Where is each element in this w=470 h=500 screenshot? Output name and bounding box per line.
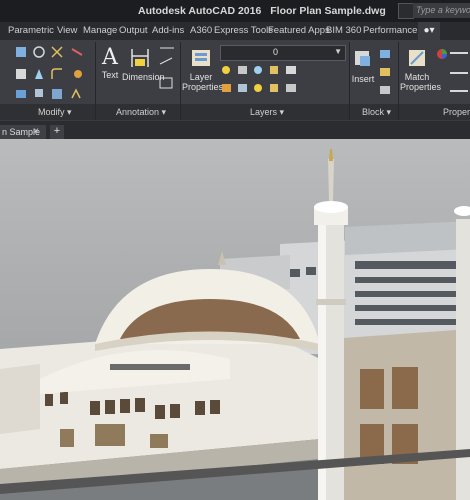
layer-thaw-icon (254, 84, 262, 92)
layer-walk-icon (222, 84, 231, 92)
file-tab-bar (0, 121, 470, 139)
color-wheel-icon (437, 49, 447, 59)
layer-lock-icon (270, 66, 278, 74)
layer-freeze-icon (254, 66, 262, 74)
layer-unisolate-icon (238, 84, 247, 92)
tab-performance[interactable]: Performance (363, 25, 417, 36)
layer-match-icon (286, 66, 296, 74)
layer-off-icon (222, 66, 230, 74)
move-icon (16, 47, 26, 57)
left-wall (0, 364, 40, 434)
camera-icon[interactable]: ●▾ (418, 22, 440, 40)
window-title: Autodesk AutoCAD 2016 Floor Plan Sample.… (138, 5, 386, 17)
modify-tools (16, 46, 83, 99)
chevron-down-icon: ▼ (334, 47, 342, 56)
layers-panel-title: Layers ▾ (250, 107, 285, 117)
tab-output[interactable]: Output (119, 25, 148, 36)
close-icon[interactable]: × (30, 125, 42, 139)
text-button[interactable]: A Text (96, 45, 124, 81)
dimension-button[interactable]: Dimension (122, 46, 165, 82)
small-spire (218, 251, 226, 265)
trim-icon (51, 46, 63, 58)
linetype-icon (450, 72, 468, 74)
panel-separator (95, 42, 96, 120)
edit-block-icon (380, 68, 390, 76)
search-input[interactable]: Type a keyword or (413, 3, 470, 18)
layer-previous-icon (286, 84, 296, 92)
layer-isolate-icon (238, 66, 247, 74)
array-icon (52, 89, 62, 99)
layer-dropdown[interactable]: 0 ▼ (220, 45, 346, 61)
arch-grille (110, 364, 190, 370)
block-tools (380, 50, 390, 94)
panel-separator (349, 42, 350, 120)
offset-icon (71, 88, 81, 99)
tab-a360[interactable]: A360 (190, 25, 212, 36)
tab-featured-apps[interactable]: Featured Apps (268, 25, 330, 36)
new-tab-button[interactable]: + (50, 125, 64, 139)
tab-manage[interactable]: Manage (83, 25, 117, 36)
mirror-icon (35, 69, 43, 79)
match-properties-button[interactable]: Match Properties (400, 46, 442, 92)
transparency-icon (450, 90, 468, 92)
ribbon-tabs: Parametric View Manage Output Add-ins A3… (0, 22, 470, 41)
panel-separator (180, 42, 181, 120)
create-block-icon (380, 50, 390, 58)
properties-panel-title: Propertie (443, 107, 470, 117)
copy-icon (16, 69, 26, 79)
lineweight-icon (450, 52, 468, 54)
tab-view[interactable]: View (57, 25, 77, 36)
search-icon[interactable] (398, 3, 414, 19)
title-bar: Autodesk AutoCAD 2016 Floor Plan Sample.… (0, 0, 470, 22)
layer-unlock-icon (270, 84, 278, 92)
tab-add-ins[interactable]: Add-ins (152, 25, 184, 36)
erase-icon (71, 48, 83, 56)
layer-properties-icon (192, 50, 210, 66)
table-icon (159, 77, 173, 89)
insert-label: Insert (351, 74, 375, 84)
scale-icon (35, 89, 43, 97)
layer-value: 0 (273, 47, 279, 57)
stretch-icon (16, 90, 26, 98)
drawing-viewport[interactable] (0, 139, 470, 500)
panel-separator (398, 42, 399, 120)
annotation-tools (159, 47, 174, 89)
tab-bim-360[interactable]: BIM 360 (326, 25, 361, 36)
file-title: Floor Plan Sample.dwg (270, 5, 386, 17)
insert-button[interactable]: Insert (350, 48, 376, 84)
leader-icon (159, 57, 173, 65)
layer-properties-button[interactable]: Layer Properties (182, 46, 224, 92)
modify-panel-title: Modify ▾ (38, 107, 72, 117)
text-icon: A (102, 45, 118, 70)
tab-express-tools[interactable]: Express Tools (214, 25, 273, 36)
minaret-left (314, 149, 348, 500)
match-properties-label-1: Match (404, 72, 430, 82)
layer-properties-label-2: Properties (182, 82, 224, 92)
insert-icon (355, 51, 370, 66)
text-label: Text (101, 70, 119, 80)
right-building (330, 329, 470, 500)
rotate-icon (33, 46, 45, 58)
match-properties-icon (409, 50, 425, 66)
property-tools (437, 49, 468, 92)
edit-attributes-icon (380, 86, 390, 94)
block-panel-title: Block ▾ (362, 107, 392, 117)
app-title: Autodesk AutoCAD 2016 (138, 5, 262, 17)
mosque-3d-model (0, 149, 470, 500)
layer-tools (222, 66, 296, 92)
fillet-icon (51, 68, 62, 79)
match-properties-label-2: Properties (400, 82, 442, 92)
tab-parametric[interactable]: Parametric (8, 25, 54, 36)
dimension-icon (131, 49, 149, 67)
explode-icon (74, 70, 82, 78)
layer-properties-label-1: Layer (189, 72, 213, 82)
annotation-panel-title: Annotation ▾ (116, 107, 167, 117)
dimension-label: Dimension (122, 72, 165, 82)
back-building-roof (345, 221, 470, 255)
